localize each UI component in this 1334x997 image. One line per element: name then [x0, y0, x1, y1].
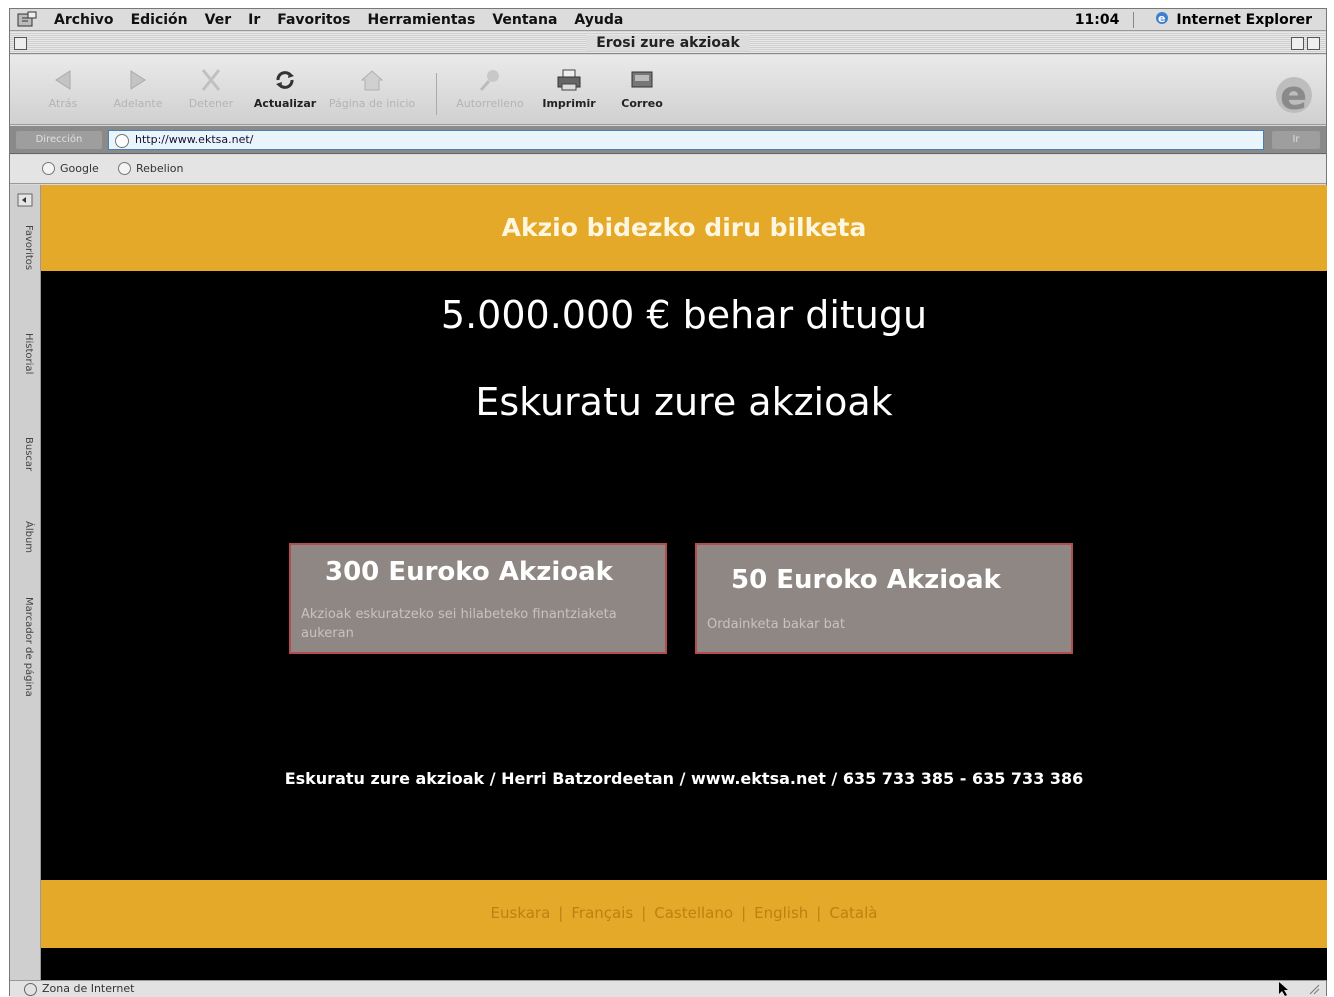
explorer-tab-buscar[interactable]: Buscar [16, 437, 34, 471]
stop-button[interactable]: Detener [176, 67, 246, 110]
toolbar: Atrás Adelante Detener Actualizar Página… [10, 55, 1326, 125]
home-button[interactable]: Página de inicio [328, 67, 416, 110]
browser-window: Archivo Edición Ver Ir Favoritos Herrami… [9, 8, 1327, 997]
favorite-label: Google [60, 162, 99, 175]
lang-link-english[interactable]: English [754, 904, 808, 922]
explorer-tab-favoritos[interactable]: Favoritos [16, 225, 34, 270]
autofill-pen-icon [479, 70, 499, 91]
lang-separator: | [741, 904, 747, 922]
share-option-300[interactable]: 300 Euroko Akzioak Akzioak eskuratzeko s… [289, 543, 667, 654]
window-title: Erosi zure akzioak [586, 35, 750, 51]
share-option-title: 50 Euroko Akzioak [731, 565, 1001, 595]
window-title-wrap: Erosi zure akzioak [10, 35, 1326, 51]
explorer-toggle-icon[interactable] [17, 193, 33, 207]
share-option-title: 300 Euroko Akzioak [325, 557, 613, 587]
favorite-google[interactable]: Google [42, 162, 99, 175]
explorer-tab-marcador[interactable]: Marcador de página [16, 597, 34, 697]
explorer-tab-album[interactable]: Álbum [16, 521, 34, 553]
ie-app-icon[interactable]: e [1154, 10, 1170, 30]
go-button[interactable]: Ir [1272, 131, 1320, 149]
lang-link-euskara[interactable]: Euskara [491, 904, 551, 922]
autofill-label: Autorrelleno [456, 97, 524, 110]
page-icon [115, 134, 129, 148]
menu-ver[interactable]: Ver [205, 12, 231, 28]
get-shares-heading: Eskuratu zure akzioak [475, 380, 893, 424]
menu-herramientas[interactable]: Herramientas [368, 12, 476, 28]
toolbar-separator [436, 73, 437, 115]
lang-separator: | [816, 904, 822, 922]
forward-button[interactable]: Adelante [103, 67, 173, 110]
stop-label: Detener [188, 97, 234, 110]
menu-archivo[interactable]: Archivo [54, 12, 114, 28]
mail-icon [631, 71, 653, 88]
top-banner: Akzio bidezko diru bilketa [41, 185, 1327, 271]
ie-logo-icon: e [1276, 73, 1312, 119]
print-button[interactable]: Imprimir [534, 67, 604, 110]
status-bar: Zona de Internet [10, 980, 1326, 997]
funding-goal-heading: 5.000.000 € behar ditugu [440, 293, 928, 337]
printer-icon [557, 69, 581, 91]
back-button[interactable]: Atrás [28, 67, 98, 110]
home-label: Página de inicio [328, 97, 416, 110]
mail-button[interactable]: Correo [607, 67, 677, 110]
zoom-box-icon[interactable] [1291, 37, 1304, 50]
lang-separator: | [558, 904, 564, 922]
address-input[interactable]: http://www.ektsa.net/ [108, 130, 1264, 150]
language-links: Euskara | Français | Castellano | English | Cata… [41, 904, 1327, 922]
stop-x-icon [201, 69, 221, 91]
back-arrow-icon [55, 70, 71, 90]
security-zone: Zona de Internet [42, 982, 135, 995]
share-option-50[interactable]: 50 Euroko Akzioak Ordainketa bakar bat [695, 543, 1073, 654]
banner-title: Akzio bidezko diru bilketa [501, 213, 867, 242]
lang-link-castellano[interactable]: Castellano [654, 904, 733, 922]
svg-text:e: e [1280, 73, 1307, 119]
favorite-rebelion[interactable]: Rebelion [118, 162, 183, 175]
apple-menu-icon[interactable] [14, 10, 40, 30]
lang-separator: | [641, 904, 647, 922]
explorer-tab-historial[interactable]: Historial [16, 333, 34, 374]
menu-ventana[interactable]: Ventana [492, 12, 557, 28]
menu-right-area: 11:04 e Internet Explorer [1075, 10, 1312, 30]
globe-icon [24, 983, 37, 996]
refresh-icon [276, 71, 294, 89]
menu-clock: 11:04 [1075, 11, 1135, 28]
address-label: Dirección [16, 131, 102, 149]
favorite-label: Rebelion [136, 162, 184, 175]
collapse-box-icon[interactable] [1307, 37, 1320, 50]
address-url: http://www.ektsa.net/ [135, 133, 254, 146]
lang-link-francais[interactable]: Français [571, 904, 633, 922]
resize-grip-icon[interactable] [1308, 983, 1320, 995]
svg-text:e: e [1158, 12, 1165, 25]
share-option-description: Ordainketa bakar bat [707, 617, 845, 632]
app-menu-name[interactable]: Internet Explorer [1176, 12, 1312, 28]
mail-label: Correo [621, 97, 663, 110]
favorites-bar: Google Rebelion [10, 155, 1326, 184]
contact-line: Eskuratu zure akzioak / Herri Batzordeet… [284, 769, 1084, 788]
menu-ayuda[interactable]: Ayuda [574, 12, 623, 28]
autofill-button[interactable]: Autorrelleno [450, 67, 530, 110]
address-bar: Dirección http://www.ektsa.net/ Ir [10, 126, 1326, 154]
mouse-cursor-icon [1279, 982, 1288, 996]
menu-ir[interactable]: Ir [248, 12, 260, 28]
print-label: Imprimir [542, 97, 596, 110]
favorite-page-icon [42, 162, 55, 175]
menu-favoritos[interactable]: Favoritos [277, 12, 350, 28]
bottom-banner: Euskara | Français | Castellano | English | Cata… [41, 880, 1327, 948]
refresh-label: Actualizar [253, 97, 317, 110]
back-label: Atrás [48, 97, 78, 110]
menu-bar: Archivo Edición Ver Ir Favoritos Herrami… [10, 9, 1326, 31]
share-option-description: Akzioak eskuratzeko sei hilabeteko finan… [301, 607, 617, 641]
explorer-bar: Favoritos Historial Buscar Álbum Marcado… [10, 185, 41, 980]
lang-link-catala[interactable]: Català [829, 904, 877, 922]
forward-label: Adelante [113, 97, 163, 110]
web-page: Akzio bidezko diru bilketa 5.000.000 € b… [41, 185, 1327, 980]
refresh-button[interactable]: Actualizar [250, 67, 320, 110]
favorite-page-icon [118, 162, 131, 175]
title-bar[interactable]: Erosi zure akzioak [10, 32, 1326, 54]
menu-edicion[interactable]: Edición [131, 12, 188, 28]
forward-arrow-icon [130, 70, 146, 90]
home-icon [360, 70, 384, 91]
